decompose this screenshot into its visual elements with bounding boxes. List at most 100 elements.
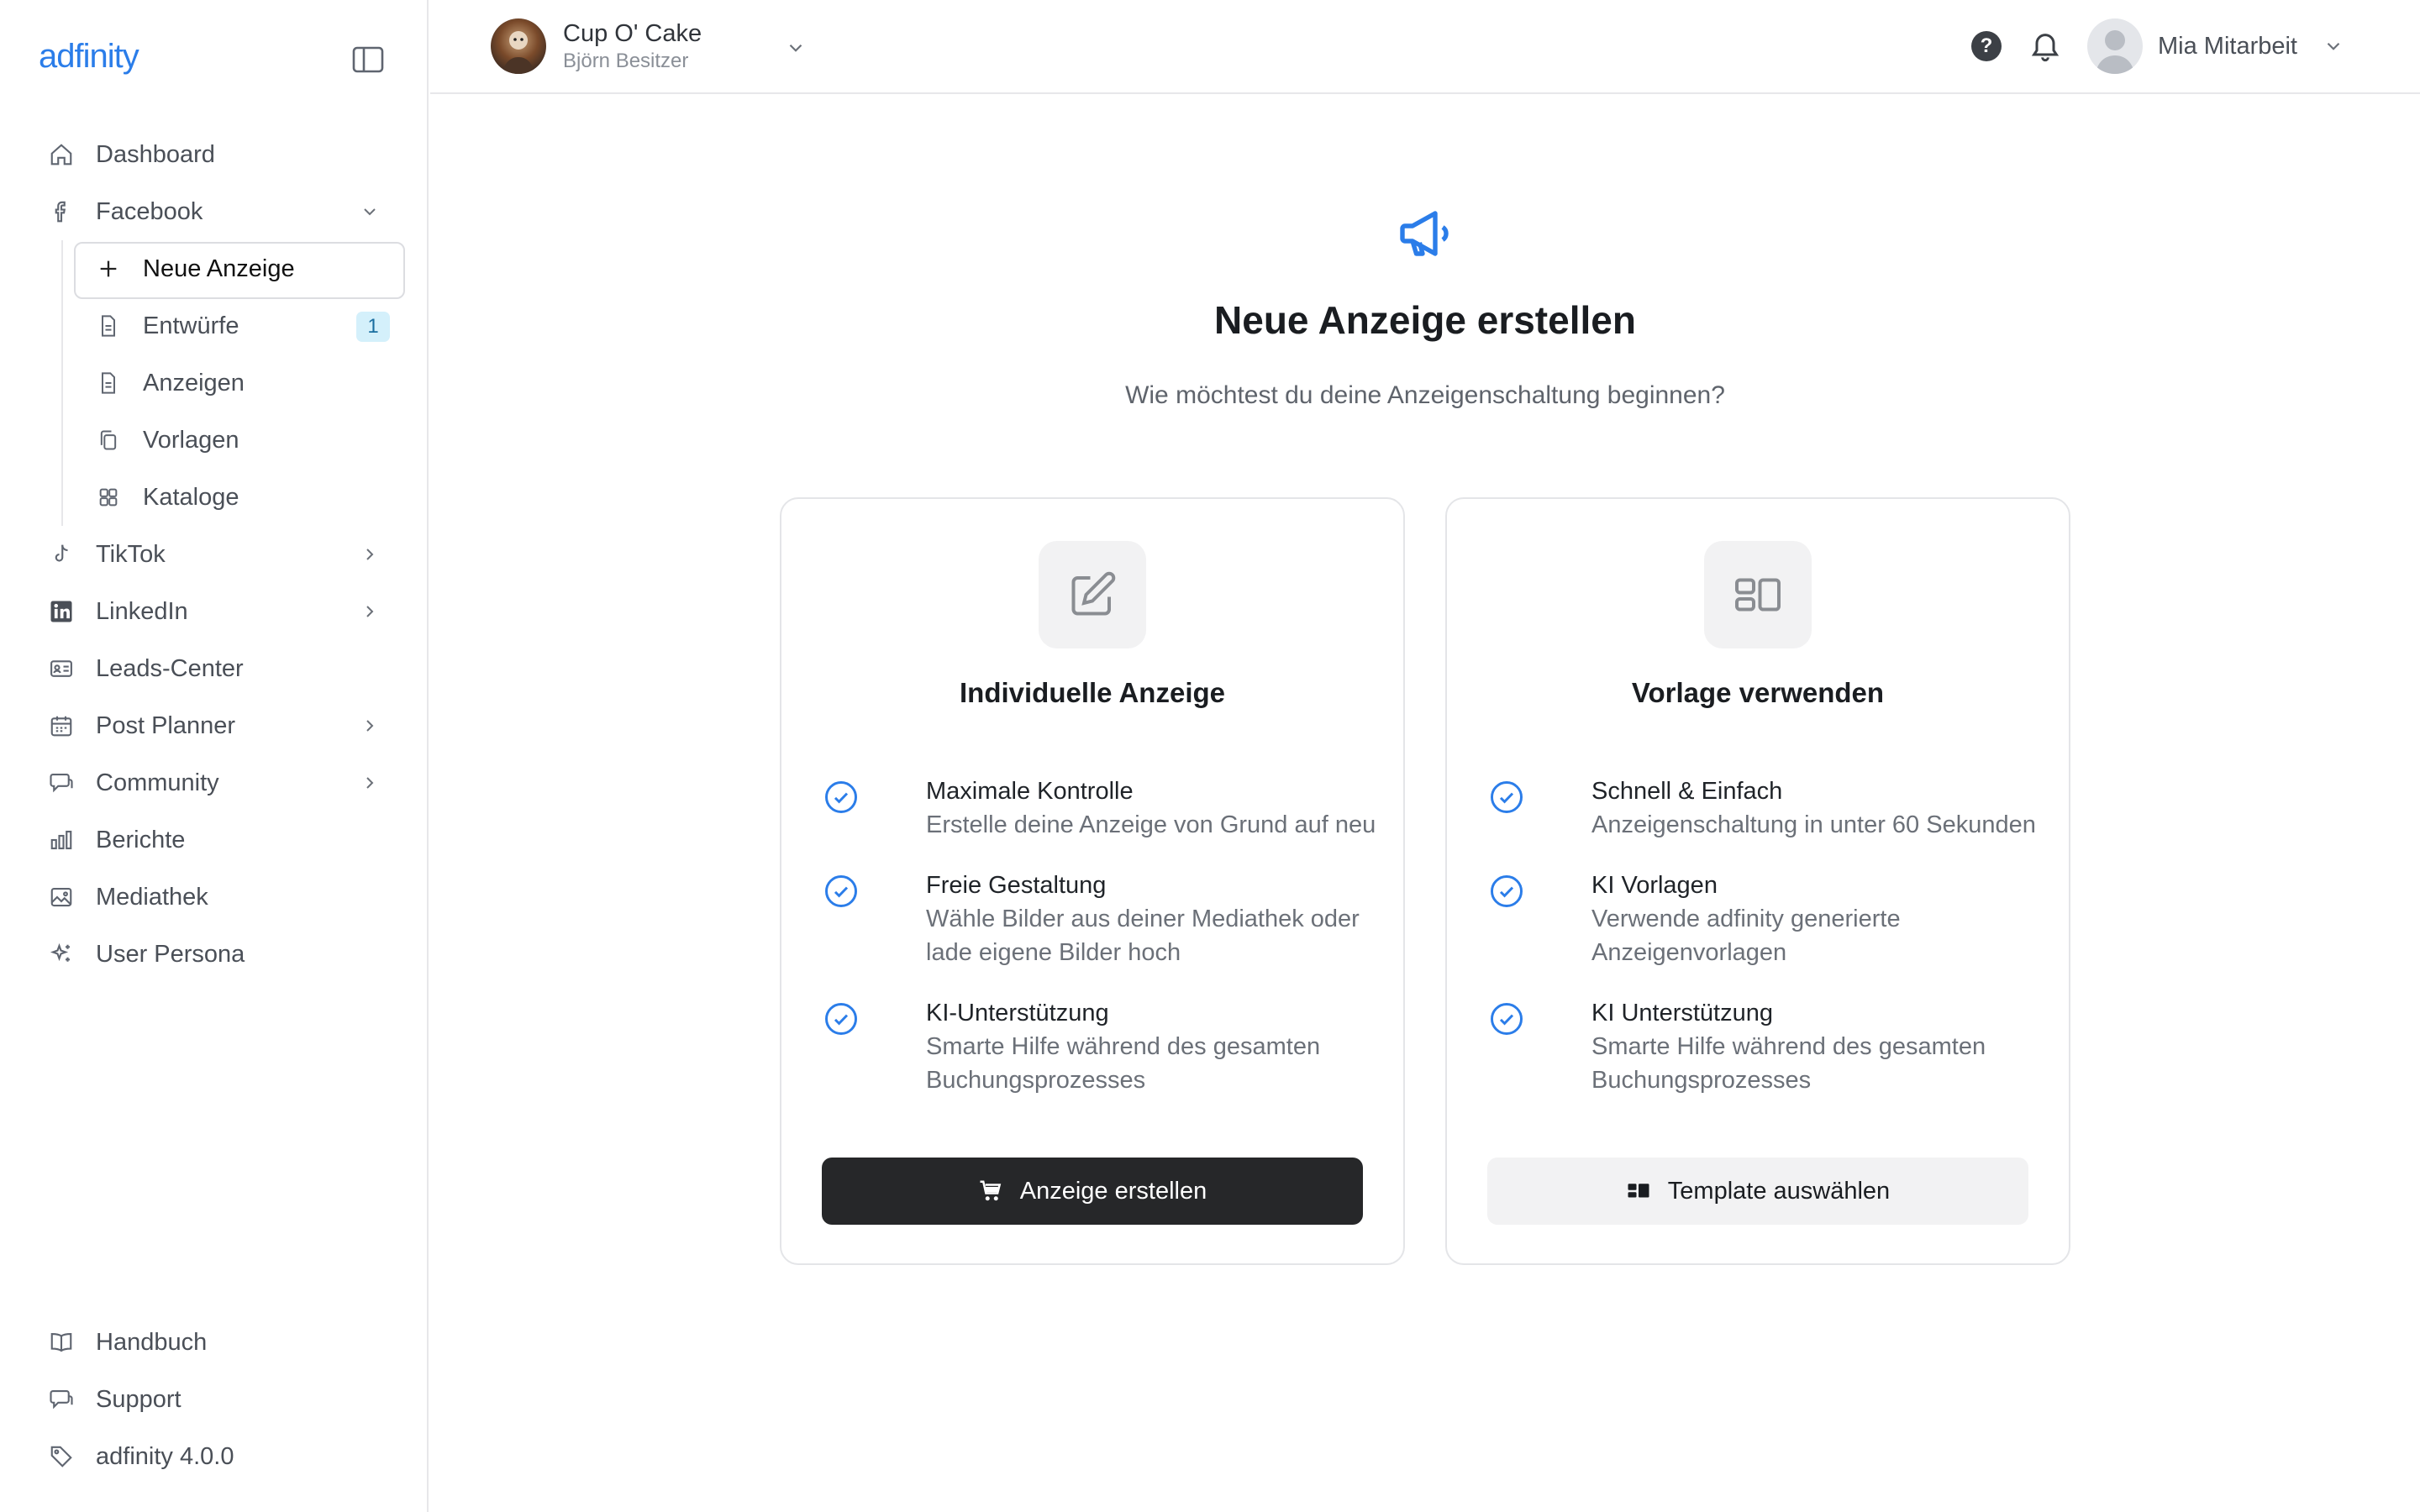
feature-desc: Smarte Hilfe während des gesamten Buchun… [1591,1033,1986,1094]
sidebar-toggle-icon[interactable] [351,45,385,74]
feature-title: KI Vorlagen [1591,872,1718,899]
chevron-down-icon[interactable] [785,37,807,59]
sidebar-item-support[interactable]: Support [0,1371,429,1428]
bell-icon[interactable] [2028,29,2062,63]
option-card-template[interactable]: Vorlage verwenden Schnell & Einfach Anze… [1445,497,2070,1265]
user-avatar[interactable] [2087,18,2143,74]
check-circle-icon [825,875,857,907]
feature-desc: Wähle Bilder aus deiner Mediathek oder l… [926,906,1360,966]
header-actions: ? Mia Mitarbeit [1971,18,2344,74]
account-switcher[interactable]: Cup O' Cake Björn Besitzer [491,18,802,74]
check-circle-icon [825,781,857,813]
sidebar-item-user-persona[interactable]: User Persona [0,926,429,983]
plus-icon [96,256,121,281]
sidebar-footer: Handbuch Support adfinity 4.0.0 [0,1314,429,1485]
sidebar-item-facebook[interactable]: Facebook [0,183,429,240]
tiktok-icon [47,540,76,569]
sidebar-item-post-planner[interactable]: Post Planner [0,697,429,754]
sidebar-item-tiktok[interactable]: TikTok [0,526,429,583]
sidebar-item-label: Mediathek [96,883,208,911]
sidebar-item-handbuch[interactable]: Handbuch [0,1314,429,1371]
sidebar-item-community[interactable]: Community [0,754,429,811]
feature-title: KI Unterstützung [1591,1000,1773,1026]
create-ad-button[interactable]: Anzeige erstellen [822,1158,1363,1225]
sidebar-item-berichte[interactable]: Berichte [0,811,429,869]
chevron-right-icon[interactable] [360,773,380,793]
calendar-icon [47,711,76,740]
feature-title: Schnell & Einfach [1591,778,1783,805]
card-icon-box [1704,541,1812,648]
template-icon [1626,1179,1651,1204]
select-template-button[interactable]: Template auswählen [1487,1158,2028,1225]
sidebar-item-linkedin[interactable]: LinkedIn [0,583,429,640]
feature-title: Maximale Kontrolle [926,778,1134,805]
book-icon [47,1328,76,1357]
linkedin-icon [47,597,76,626]
grid-icon [96,485,121,510]
check-circle-icon [1491,1003,1523,1035]
feature-desc: Smarte Hilfe während des gesamten Buchun… [926,1033,1321,1094]
sidebar-item-label: LinkedIn [96,597,188,625]
sidebar-item-mediathek[interactable]: Mediathek [0,869,429,926]
sidebar-item-vorlagen[interactable]: Vorlagen [0,412,429,469]
copy-icon [96,428,121,453]
sidebar-item-leads-center[interactable]: Leads-Center [0,640,429,697]
user-name[interactable]: Mia Mitarbeit [2158,33,2297,60]
sidebar-item-anzeigen[interactable]: Anzeigen [0,354,429,412]
sidebar-item-label: Leads-Center [96,654,244,682]
chevron-right-icon[interactable] [360,601,380,622]
sidebar-item-label: Kataloge [143,483,239,511]
sidebar-item-label: Support [96,1385,182,1413]
sidebar-item-label: adfinity 4.0.0 [96,1442,234,1470]
chevron-right-icon[interactable] [360,716,380,736]
sidebar-item-entwuerfe[interactable]: Entwürfe 1 [0,297,429,354]
bar-chart-icon [47,826,76,854]
button-label: Template auswählen [1667,1177,1891,1205]
account-name: Cup O' Cake [563,20,702,47]
sidebar-item-version[interactable]: adfinity 4.0.0 [0,1428,429,1485]
check-circle-icon [1491,781,1523,813]
account-text: Cup O' Cake Björn Besitzer [563,18,702,74]
id-card-icon [47,654,76,683]
sidebar-item-label: User Persona [96,940,245,968]
account-owner: Björn Besitzer [563,50,689,72]
feature-desc: Verwende adfinity generierte Anzeigenvor… [1591,906,1901,966]
check-circle-icon [825,1003,857,1035]
sidebar-item-label: Vorlagen [143,426,239,454]
account-avatar [491,18,546,74]
sidebar-item-label: Anzeigen [143,369,245,396]
chat-icon [47,1385,76,1414]
main-nav: Dashboard Facebook Neue Anzeige Entwürfe… [0,126,429,983]
document-icon [96,313,121,339]
feature-desc: Anzeigenschaltung in unter 60 Sekunden [1591,811,2036,838]
image-icon [47,883,76,911]
home-icon [47,140,76,169]
sidebar-item-label: Dashboard [96,140,215,168]
adfinity-logo[interactable]: adfinity [39,35,150,81]
check-circle-icon [1491,875,1523,907]
cart-icon [978,1179,1003,1204]
sidebar: adfinity Dashboard Facebook Neue Anzeige… [0,0,429,1512]
facebook-submenu: Neue Anzeige Entwürfe 1 Anzeigen Vorlage… [0,240,429,526]
help-icon[interactable]: ? [1971,31,2002,61]
option-card-individual[interactable]: Individuelle Anzeige Maximale Kontrolle … [780,497,1405,1265]
sidebar-item-label: Post Planner [96,711,236,739]
svg-text:adfinity: adfinity [39,38,139,75]
chevron-right-icon[interactable] [360,544,380,564]
page-subtitle: Wie möchtest du deine Anzeigenschaltung … [1125,381,1725,409]
facebook-icon [47,197,76,226]
sidebar-item-neue-anzeige[interactable]: Neue Anzeige [0,240,429,299]
feature-title: KI-Unterstützung [926,1000,1109,1026]
card-icon-box [1039,541,1146,648]
chevron-down-icon[interactable] [360,202,380,222]
chevron-down-icon[interactable] [2323,35,2344,57]
card-heading: Individuelle Anzeige [960,677,1225,708]
template-icon [1735,578,1781,612]
sidebar-item-kataloge[interactable]: Kataloge [0,469,429,526]
button-label: Anzeige erstellen [1019,1177,1207,1205]
sidebar-item-dashboard[interactable]: Dashboard [0,126,429,183]
sidebar-item-label: Berichte [96,826,186,853]
card-heading: Vorlage verwenden [1631,677,1885,708]
feature-desc: Erstelle deine Anzeige von Grund auf neu [926,811,1376,838]
drafts-count-badge: 1 [356,312,390,342]
